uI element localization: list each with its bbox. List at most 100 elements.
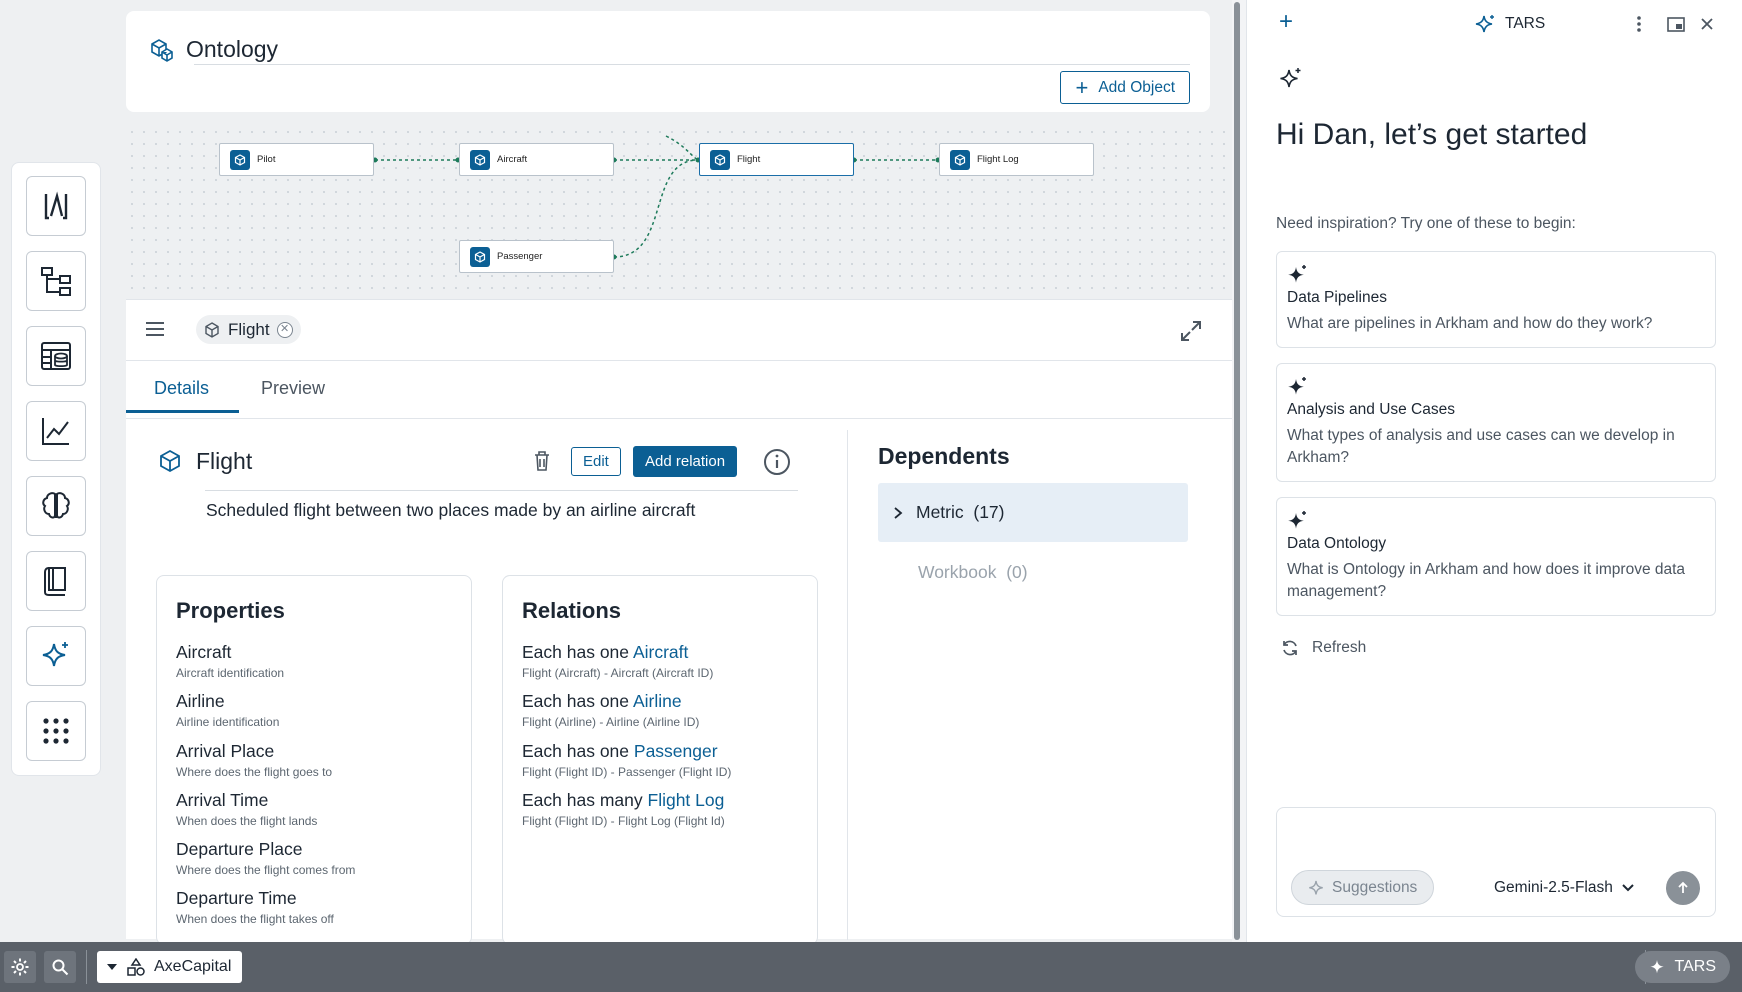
property-item[interactable]: Departure Time When does the flight takes… [176,888,334,926]
search-icon [52,959,69,976]
suggestion-desc: What is Ontology in Arkham and how does … [1287,561,1686,600]
relation-item: Each has many Flight Log Flight (Flight I… [522,790,725,828]
search-button[interactable] [44,951,76,983]
suggestion-card-data-ontology[interactable]: Data Ontology What is Ontology in Arkham… [1276,497,1716,616]
relation-prefix: Each has one [522,642,630,662]
tars-ai-button[interactable] [26,626,86,686]
relation-prefix: Each has one [522,741,630,761]
header-divider [194,64,1190,65]
suggestions-button[interactable]: Suggestions [1291,870,1435,905]
new-chat-plus-icon[interactable]: + [1279,10,1293,34]
sparkle-icon [1288,511,1306,529]
cube-icon [205,321,219,338]
relation-desc: Flight (Flight ID) - Flight Log (Flight … [522,814,725,828]
object-detail-panel: Flight ✕ Details Preview Flight Edit Add… [126,299,1232,945]
dependent-row-metric[interactable]: Metric (17) [878,483,1188,542]
ontology-header: Ontology + Add Object [126,11,1210,112]
properties-card: Properties Aircraft Aircraft identificati… [156,575,472,945]
suggestion-desc: What are pipelines in Arkham and how do … [1287,315,1653,332]
caret-down-icon [107,964,117,970]
add-object-label: Add Object [1098,78,1175,96]
bottom-taskbar: AxeCapital TARS [0,942,1742,992]
expand-icon[interactable] [1180,320,1202,342]
graph-node-pilot[interactable]: Pilot [219,143,374,176]
cube-icon [230,149,250,170]
suggestion-title: Data Ontology [1287,535,1387,552]
relation-link[interactable]: Aircraft [633,642,688,662]
scrollbar-thumb[interactable] [1234,2,1240,940]
tab-details[interactable]: Details [154,378,209,399]
pipelines-app-button[interactable] [26,251,86,311]
property-name: Departure Place [176,839,303,859]
graph-node-flight-log[interactable]: Flight Log [939,143,1094,176]
property-item[interactable]: Arrival Place Where does the flight goes … [176,741,332,779]
add-relation-button[interactable]: Add relation [633,446,738,477]
relation-prefix: Each has one [522,691,630,711]
suggestion-card-data-pipelines[interactable]: Data Pipelines What are pipelines in Ark… [1276,251,1716,348]
sparkle-icon [1288,377,1306,395]
refresh-button[interactable]: Refresh [1280,638,1366,658]
window-icon[interactable] [1667,17,1685,32]
property-item[interactable]: Airline Airline identification [176,691,279,729]
graph-node-aircraft[interactable]: Aircraft [459,143,614,176]
close-icon[interactable] [1700,17,1714,31]
plus-icon: + [1075,74,1089,100]
ontology-graph[interactable]: Pilot Aircraft Flight Flight Log Passeng… [126,126,1230,298]
send-button[interactable] [1666,871,1700,905]
suggestion-card-analysis[interactable]: Analysis and Use Cases What types of ana… [1276,363,1716,482]
object-description: Scheduled flight between two places made… [206,500,696,520]
analytics-button[interactable] [26,401,86,461]
cube-icon [710,149,730,170]
more-vertical-icon[interactable] [1636,15,1642,33]
property-item[interactable]: Aircraft Aircraft identification [176,642,284,680]
tab-preview[interactable]: Preview [261,378,325,399]
refresh-icon [1283,640,1297,656]
lambda-app-button[interactable] [26,176,86,236]
dependent-row-workbook: Workbook (0) [918,562,1028,583]
model-label: Gemini-2.5-Flash [1494,879,1613,896]
trash-icon[interactable] [533,450,551,472]
tars-taskbar-button[interactable]: TARS [1634,951,1730,983]
graph-node-passenger[interactable]: Passenger [459,240,614,273]
settings-button[interactable] [4,951,36,983]
hamburger-menu-icon[interactable] [144,320,166,338]
tars-taskbar-label: TARS [1674,958,1716,975]
chip-close-icon[interactable]: ✕ [276,321,293,338]
dependents-heading: Dependents [878,443,1010,469]
node-label: Flight [737,154,761,165]
relation-link[interactable]: Flight Log [648,790,725,810]
relation-item: Each has one Passenger Flight (Flight ID)… [522,741,731,779]
relation-link[interactable]: Airline [633,691,682,711]
sparkle-icon [1309,880,1323,895]
chat-input-box[interactable]: Suggestions Gemini-2.5-Flash [1276,807,1716,917]
property-name: Aircraft [176,642,232,662]
sparkle-icon [1649,960,1664,974]
property-item[interactable]: Departure Place Where does the flight com… [176,839,355,877]
data-catalog-button[interactable] [26,326,86,386]
dependent-label: Metric [916,502,964,522]
apps-grid-button[interactable] [26,701,86,761]
property-name: Airline [176,691,225,711]
relation-desc: Flight (Airline) - Airline (Airline ID) [522,715,700,729]
relation-link[interactable]: Passenger [634,741,718,761]
relations-heading: Relations [522,598,622,623]
cube-icon [470,149,490,170]
left-rail [11,162,101,776]
model-select[interactable]: Gemini-2.5-Flash [1494,879,1635,897]
workspace-selector[interactable]: AxeCapital [97,951,242,983]
docs-button[interactable] [26,551,86,611]
chevron-down-icon [1622,884,1634,892]
ai-models-button[interactable] [26,476,86,536]
property-item[interactable]: Arrival Time When does the flight lands [176,790,317,828]
sparkle-icon [1475,15,1494,33]
active-tab-underline [126,410,239,413]
tars-panel: + TARS Hi Dan, let’s get started Need in… [1246,0,1742,942]
graph-node-flight[interactable]: Flight [699,143,854,176]
selected-object-chip[interactable]: Flight ✕ [196,315,301,344]
info-icon[interactable] [763,448,791,476]
vertical-divider [847,430,848,940]
sparkle-icon [1288,265,1306,283]
add-object-button[interactable]: + Add Object [1060,71,1190,104]
edit-button[interactable]: Edit [571,447,621,476]
page-title: Ontology [186,36,279,62]
